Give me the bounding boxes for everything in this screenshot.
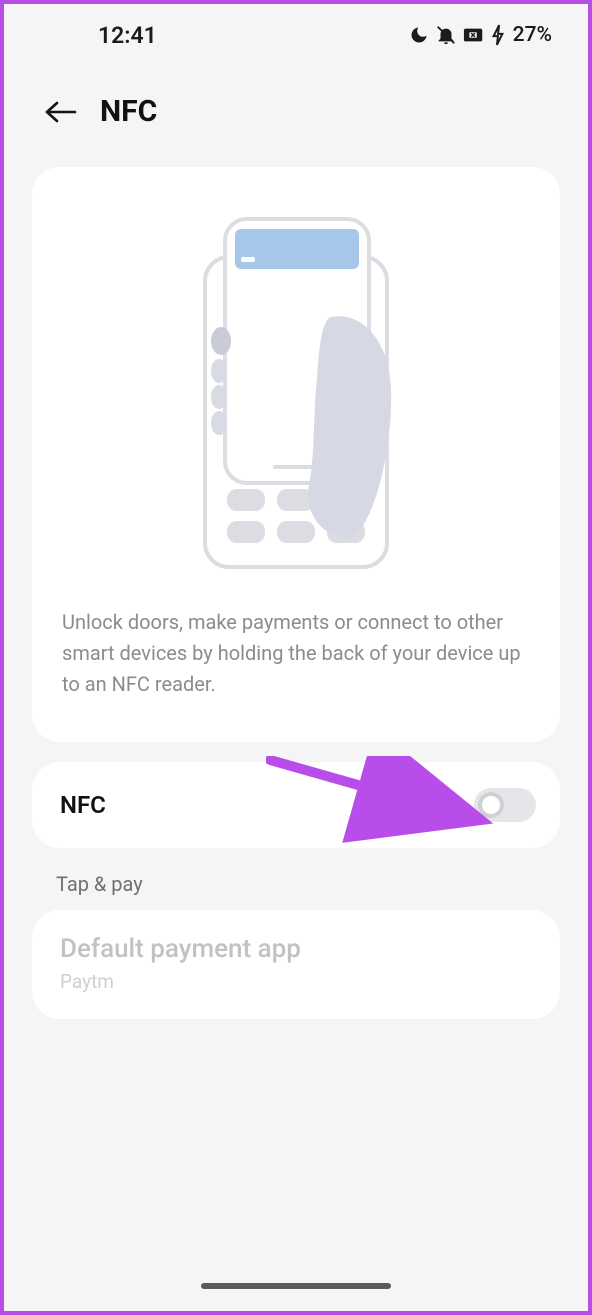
default-payment-row[interactable]: Default payment app Paytm [32,910,560,1019]
battery-box-icon [463,26,485,44]
hero-card: Unlock doors, make payments or connect t… [32,167,560,742]
gesture-nav-bar[interactable] [201,1283,391,1289]
status-icons: 27% [409,23,552,47]
default-payment-title: Default payment app [60,934,532,964]
bell-off-icon [435,24,457,46]
annotation-arrow-icon [266,756,506,846]
nfc-toggle-row[interactable]: NFC [32,762,560,848]
status-time: 12:41 [98,22,157,49]
arrow-left-icon [44,100,78,124]
toggle-knob [478,792,504,818]
back-button[interactable] [44,95,78,129]
battery-percentage: 27% [513,23,552,47]
status-bar: 12:41 27% [4,4,588,62]
moon-icon [409,25,429,45]
tap-pay-section-header: Tap & pay [56,872,536,896]
nfc-toggle-switch[interactable] [474,788,536,822]
nfc-illustration [58,197,534,607]
page-title: NFC [100,94,157,129]
default-payment-value: Paytm [60,970,532,993]
nfc-toggle-label: NFC [60,791,106,819]
page-header: NFC [4,62,588,167]
hero-description: Unlock doors, make payments or connect t… [58,607,534,700]
lightning-icon [491,24,505,46]
